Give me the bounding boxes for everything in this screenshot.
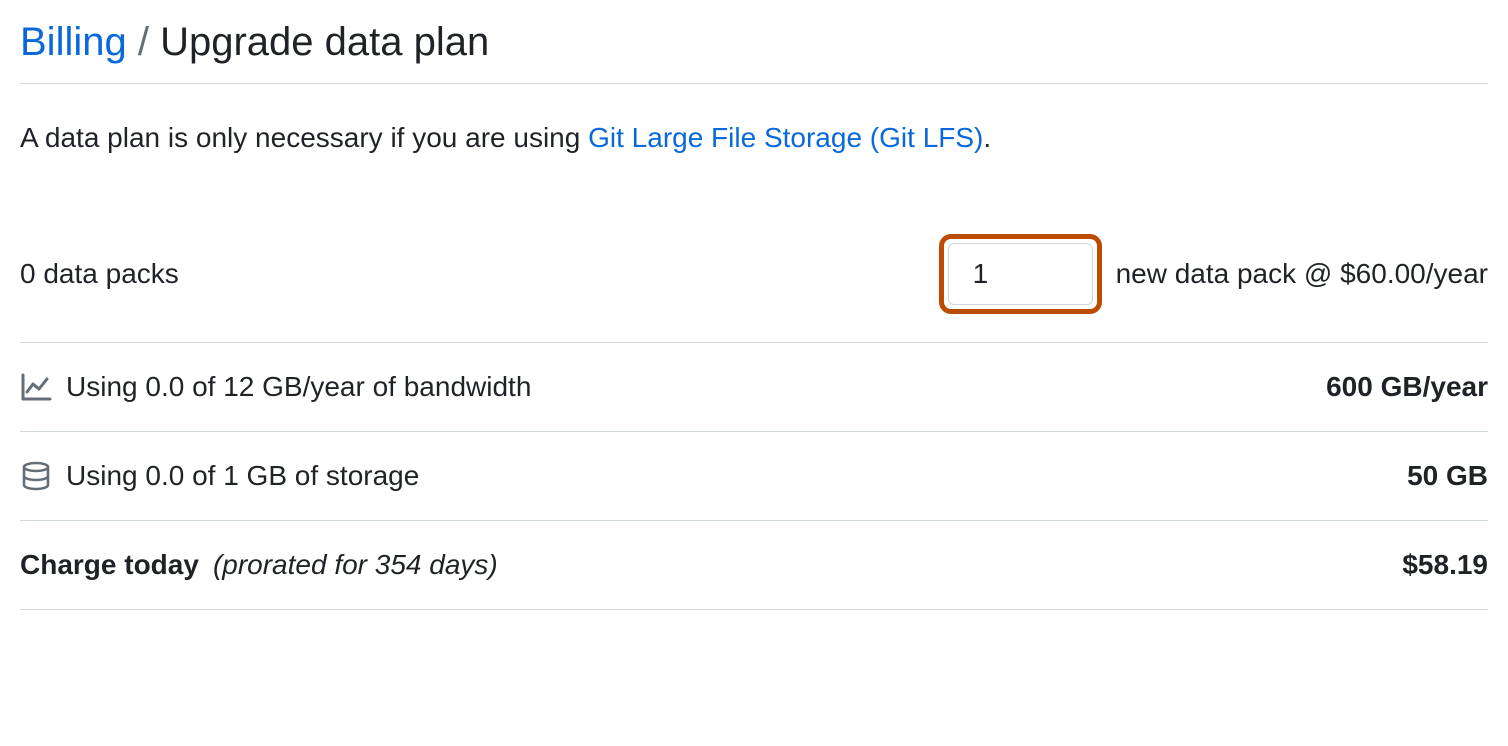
description-suffix: . bbox=[983, 122, 991, 153]
input-highlight-box bbox=[939, 234, 1102, 314]
charge-label: Charge today bbox=[20, 549, 199, 581]
description-text: A data plan is only necessary if you are… bbox=[20, 122, 1488, 154]
bandwidth-usage: Using 0.0 of 12 GB/year of bandwidth bbox=[66, 371, 531, 403]
git-lfs-link[interactable]: Git Large File Storage (Git LFS) bbox=[588, 122, 983, 153]
current-data-packs: 0 data packs bbox=[20, 258, 179, 290]
data-pack-price-label: new data pack @ $60.00/year bbox=[1116, 258, 1488, 290]
graph-icon bbox=[20, 371, 52, 403]
breadcrumb-separator: / bbox=[127, 20, 160, 64]
storage-row: Using 0.0 of 1 GB of storage 50 GB bbox=[20, 432, 1488, 521]
billing-link[interactable]: Billing bbox=[20, 20, 127, 64]
description-prefix: A data plan is only necessary if you are… bbox=[20, 122, 588, 153]
bandwidth-row: Using 0.0 of 12 GB/year of bandwidth 600… bbox=[20, 343, 1488, 432]
page-header: Billing / Upgrade data plan bbox=[20, 20, 1488, 84]
storage-usage: Using 0.0 of 1 GB of storage bbox=[66, 460, 419, 492]
charge-prorated: (prorated for 354 days) bbox=[213, 549, 498, 581]
data-packs-row: 0 data packs new data pack @ $60.00/year bbox=[20, 234, 1488, 343]
charge-amount: $58.19 bbox=[1402, 549, 1488, 581]
database-icon bbox=[20, 460, 52, 492]
data-packs-input[interactable] bbox=[948, 243, 1093, 305]
bandwidth-quota: 600 GB/year bbox=[1326, 371, 1488, 403]
page-title: Upgrade data plan bbox=[160, 20, 489, 64]
charge-row: Charge today (prorated for 354 days) $58… bbox=[20, 521, 1488, 610]
storage-quota: 50 GB bbox=[1407, 460, 1488, 492]
